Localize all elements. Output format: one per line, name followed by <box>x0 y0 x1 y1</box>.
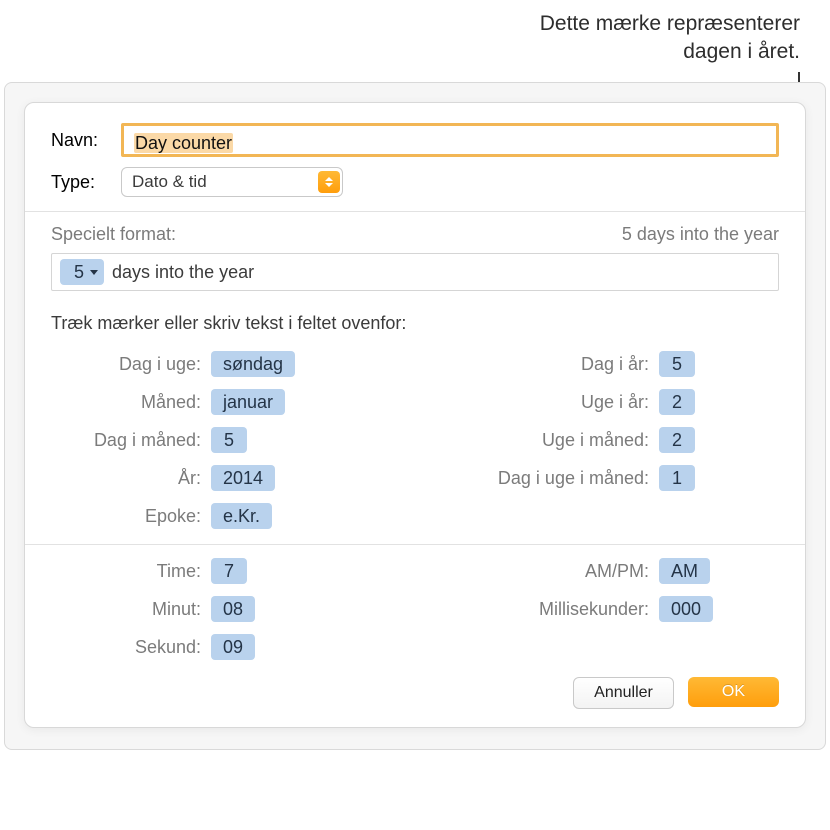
token-pair: Måned:januar <box>51 388 459 416</box>
date-tokens-grid: Dag i uge:søndagMåned:januarDag i måned:… <box>25 350 805 530</box>
format-token-day-of-year[interactable]: 5 <box>60 259 104 285</box>
special-format-row: Specielt format: 5 days into the year <box>25 224 805 245</box>
drag-token[interactable]: e.Kr. <box>211 503 272 529</box>
name-field-value: Day counter <box>134 133 233 153</box>
type-row: Type: Dato & tid <box>25 167 805 197</box>
callout-text: Dette mærke repræsenterer dagen i året. <box>0 0 830 72</box>
format-field-text: days into the year <box>112 262 254 283</box>
token-pair: Dag i år:5 <box>459 350 779 378</box>
format-field[interactable]: 5 days into the year <box>51 253 779 291</box>
dialog-sheet: Navn: Day counter Type: Dato & tid Speci… <box>24 102 806 728</box>
special-format-preview: 5 days into the year <box>622 224 779 245</box>
type-select-value: Dato & tid <box>132 172 318 192</box>
token-pair: Epoke:e.Kr. <box>51 502 459 530</box>
token-pair: Time:7 <box>51 557 459 585</box>
button-row: Annuller OK <box>25 661 805 709</box>
token-label: Millisekunder: <box>459 599 659 620</box>
token-label: Dag i uge i måned: <box>459 468 659 489</box>
token-pair: Dag i uge:søndag <box>51 350 459 378</box>
token-label: Dag i måned: <box>51 430 211 451</box>
token-label: Time: <box>51 561 211 582</box>
drag-token[interactable]: 09 <box>211 634 255 660</box>
instruct-text: Træk mærker eller skriv tekst i feltet o… <box>25 291 805 350</box>
token-pair: Uge i måned:2 <box>459 426 779 454</box>
drag-token[interactable]: januar <box>211 389 285 415</box>
token-label: AM/PM: <box>459 561 659 582</box>
name-row: Navn: Day counter <box>25 103 805 157</box>
drag-token[interactable]: søndag <box>211 351 295 377</box>
drag-token[interactable]: 2 <box>659 389 695 415</box>
token-label: Minut: <box>51 599 211 620</box>
token-pair: Minut:08 <box>51 595 459 623</box>
drag-token[interactable]: 2014 <box>211 465 275 491</box>
divider <box>25 211 805 212</box>
token-pair: Sekund:09 <box>51 633 459 661</box>
popup-stepper-icon <box>318 171 340 193</box>
drag-token[interactable]: 000 <box>659 596 713 622</box>
drag-token[interactable]: 2 <box>659 427 695 453</box>
ok-button[interactable]: OK <box>688 677 779 707</box>
chevron-down-icon <box>90 270 98 275</box>
token-pair: Uge i år:2 <box>459 388 779 416</box>
drag-token[interactable]: 5 <box>659 351 695 377</box>
token-label: År: <box>51 468 211 489</box>
token-label: Dag i år: <box>459 354 659 375</box>
drag-token[interactable]: 5 <box>211 427 247 453</box>
token-pair: Dag i måned:5 <box>51 426 459 454</box>
token-pair: Dag i uge i måned:1 <box>459 464 779 492</box>
special-format-label: Specielt format: <box>51 224 176 245</box>
token-label: Epoke: <box>51 506 211 527</box>
token-pair: AM/PM:AM <box>459 557 779 585</box>
cancel-button[interactable]: Annuller <box>573 677 674 709</box>
token-label: Uge i måned: <box>459 430 659 451</box>
drag-token[interactable]: 1 <box>659 465 695 491</box>
token-label: Dag i uge: <box>51 354 211 375</box>
window-backdrop: Navn: Day counter Type: Dato & tid Speci… <box>4 82 826 750</box>
token-pair: År:2014 <box>51 464 459 492</box>
drag-token[interactable]: 7 <box>211 558 247 584</box>
divider <box>25 544 805 545</box>
type-label: Type: <box>51 172 121 193</box>
name-label: Navn: <box>51 130 121 151</box>
name-field[interactable]: Day counter <box>121 123 779 157</box>
token-label: Sekund: <box>51 637 211 658</box>
token-label: Måned: <box>51 392 211 413</box>
token-pair: Millisekunder:000 <box>459 595 779 623</box>
token-label: Uge i år: <box>459 392 659 413</box>
type-select[interactable]: Dato & tid <box>121 167 343 197</box>
time-tokens-grid: Time:7Minut:08Sekund:09 AM/PM:AMMillisek… <box>25 557 805 661</box>
drag-token[interactable]: 08 <box>211 596 255 622</box>
drag-token[interactable]: AM <box>659 558 710 584</box>
